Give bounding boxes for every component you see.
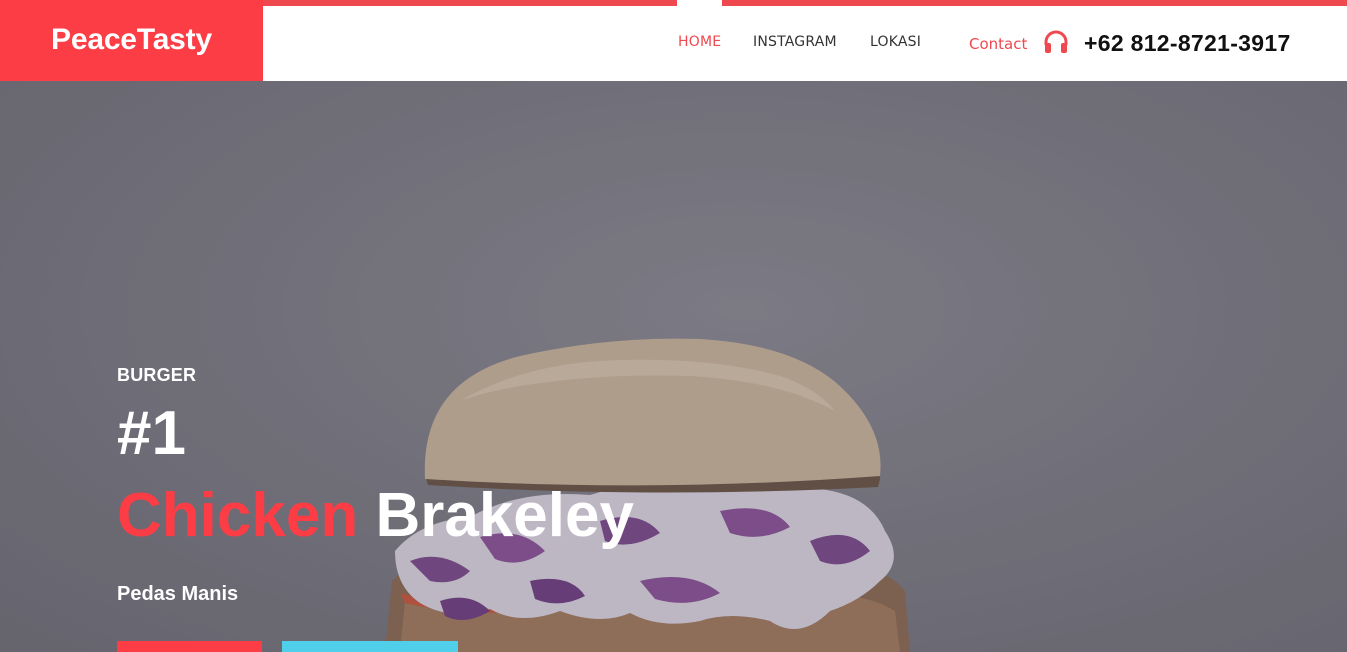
header-accent-bar-right [722,0,1347,6]
logo-text[interactable]: PeaceTasty [51,23,212,57]
hero-subtitle: Pedas Manis [117,583,239,605]
header-accent-bar-left [263,0,677,6]
contact-link[interactable]: Contact [969,35,1027,53]
primary-cta-button[interactable] [117,641,262,652]
hero-rank: #1 [117,399,186,468]
nav-item-home[interactable]: HOME [678,34,721,50]
hero-section: BURGER #1 Chicken Brakeley Pedas Manis [0,81,1347,652]
logo[interactable]: PeaceTasty [0,0,263,81]
hero-title-white: Brakeley [375,481,634,550]
phone-number[interactable]: +62 812-8721-3917 [1084,30,1291,57]
hero-title: Chicken Brakeley [117,485,634,547]
hero-overlay [0,81,1347,652]
nav-item-lokasi[interactable]: LOKASI [870,34,921,50]
headphone-icon [1043,30,1069,54]
site-header: PeaceTasty HOME INSTAGRAM LOKASI Contact… [0,0,1347,81]
hero-category: BURGER [117,365,197,385]
secondary-cta-button[interactable] [282,641,458,652]
nav-item-instagram[interactable]: INSTAGRAM [753,34,837,50]
hero-title-red: Chicken [117,481,359,550]
